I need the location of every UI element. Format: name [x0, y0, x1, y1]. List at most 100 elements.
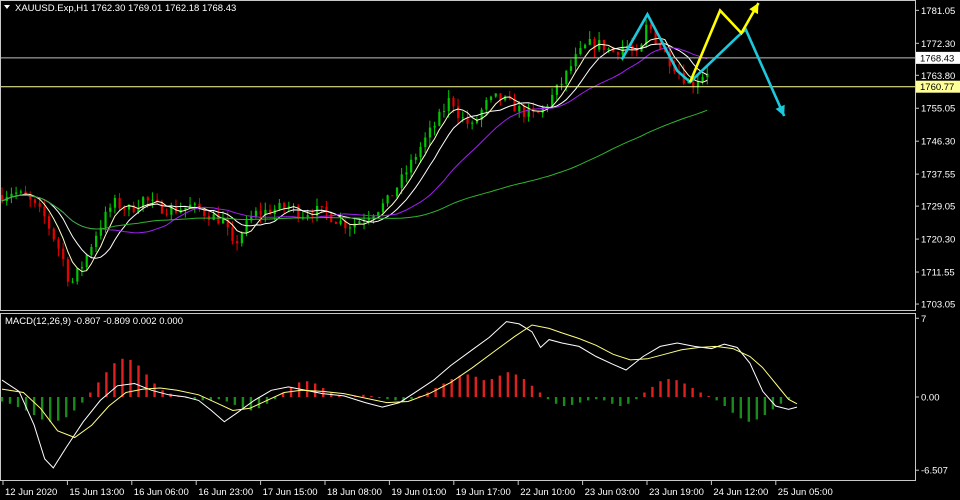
- candle-body: [381, 203, 385, 213]
- price-candles: [1, 19, 709, 287]
- price-tick-label: 1772.30: [921, 39, 955, 50]
- candle-body: [104, 211, 107, 228]
- candle-body: [43, 206, 46, 217]
- candle-body: [259, 210, 262, 215]
- candle-body: [386, 195, 389, 204]
- candle-body: [414, 156, 417, 160]
- candle-body: [15, 192, 18, 194]
- price-tick-label: 1711.55: [921, 268, 955, 279]
- time-tick-label: 16 Jun 23:00: [198, 487, 253, 498]
- candle-body: [38, 203, 41, 207]
- candle-body: [254, 210, 258, 217]
- candle-body: [400, 174, 403, 188]
- candle-body: [33, 199, 37, 204]
- candle-body: [320, 205, 323, 207]
- candle-body: [212, 214, 215, 221]
- moving-averages: [1, 37, 708, 273]
- candle-body: [659, 44, 662, 49]
- candle-body: [485, 100, 488, 110]
- candle-body: [245, 220, 248, 234]
- candle-body: [353, 223, 356, 228]
- candle-body: [85, 254, 88, 267]
- current-price-label: 1768.43: [920, 53, 954, 64]
- price-tick-label: 1755.05: [921, 104, 955, 115]
- time-tick-label: 22 Jun 10:00: [520, 487, 575, 498]
- candle-body: [391, 195, 394, 197]
- candle-body: [90, 247, 93, 255]
- candle-body: [52, 228, 55, 240]
- candle-body: [457, 106, 460, 118]
- time-tick-label: 18 Jun 08:00: [327, 487, 382, 498]
- candle-body: [428, 127, 432, 138]
- candle-body: [311, 215, 314, 217]
- candle-body: [419, 146, 422, 157]
- candle-body: [433, 125, 436, 128]
- candle-body: [236, 240, 239, 244]
- macd-indicator: [0, 321, 798, 469]
- candle-body: [551, 94, 554, 106]
- time-tick-label: 17 Jun 15:00: [263, 487, 318, 498]
- candle-body: [447, 98, 450, 112]
- candle-body: [113, 198, 117, 208]
- candle-body: [438, 111, 441, 126]
- candle-body: [146, 197, 149, 201]
- candle-body: [123, 208, 126, 210]
- time-tick-label: 23 Jun 19:00: [649, 487, 704, 498]
- candle-body: [10, 193, 13, 197]
- candle-body: [334, 221, 338, 224]
- candle-body: [701, 77, 704, 83]
- candle-body: [283, 202, 286, 208]
- ma-purple-line: [1, 47, 708, 234]
- candle-body: [165, 213, 168, 215]
- candle-body: [494, 93, 497, 97]
- time-tick-label: 24 Jun 12:00: [713, 487, 768, 498]
- candle-body: [76, 268, 79, 282]
- axes: 1781.05 1772.30 1763.80 1755.05 1746.30 1737.…: [2, 6, 960, 498]
- candle-body: [348, 227, 352, 229]
- time-tick-label: 19 Jun 01:00: [391, 487, 446, 498]
- candle-body: [616, 52, 620, 55]
- candle-body: [240, 233, 243, 244]
- candle-body: [203, 209, 206, 216]
- candle-body: [574, 54, 577, 67]
- macd-tick-label: -6.507: [921, 466, 948, 477]
- candle-body: [518, 105, 521, 112]
- price-tick-label: 1703.05: [921, 300, 955, 311]
- candle-body: [588, 39, 591, 45]
- candle-body: [579, 48, 582, 55]
- price-tick-label: 1737.55: [921, 170, 955, 181]
- macd-tick-label: 7: [921, 314, 926, 325]
- candle-body: [19, 191, 23, 193]
- candle-body: [560, 83, 563, 85]
- candle-body: [358, 221, 361, 224]
- dropdown-triangle-icon[interactable]: [4, 5, 10, 9]
- candle-body: [471, 122, 474, 124]
- trading-chart[interactable]: 1781.05 1772.30 1763.80 1755.05 1746.30 1737.…: [0, 0, 960, 500]
- macd-signal-line: [1, 324, 798, 439]
- candle-body: [48, 216, 51, 229]
- horizontal-levels: [1, 57, 915, 88]
- candle-body: [24, 191, 27, 196]
- candle-body: [367, 218, 370, 221]
- candle-body: [461, 117, 464, 119]
- candle-body: [1, 195, 4, 202]
- candle-body: [489, 96, 493, 101]
- candle-body: [71, 281, 74, 283]
- candle-body: [649, 24, 653, 29]
- time-tick-label: 16 Jun 06:00: [134, 487, 189, 498]
- symbol-header: XAUUSD.Exp,H1 1762.30 1769.01 1762.18 17…: [15, 3, 236, 14]
- candle-body: [57, 239, 60, 249]
- candle-body: [95, 235, 98, 248]
- candle-body: [118, 198, 121, 209]
- candle-body: [193, 203, 196, 205]
- price-tick-label: 1729.05: [921, 202, 955, 213]
- price-tick-label: 1763.80: [921, 71, 955, 82]
- time-tick-label: 23 Jun 03:00: [585, 487, 640, 498]
- candle-body: [339, 220, 342, 224]
- candle-body: [231, 227, 234, 241]
- candle-body: [278, 202, 281, 210]
- price-tick-label: 1746.30: [921, 137, 955, 148]
- candle-body: [569, 66, 573, 71]
- candle-body: [151, 199, 154, 201]
- price-tick-label: 1720.30: [921, 235, 955, 246]
